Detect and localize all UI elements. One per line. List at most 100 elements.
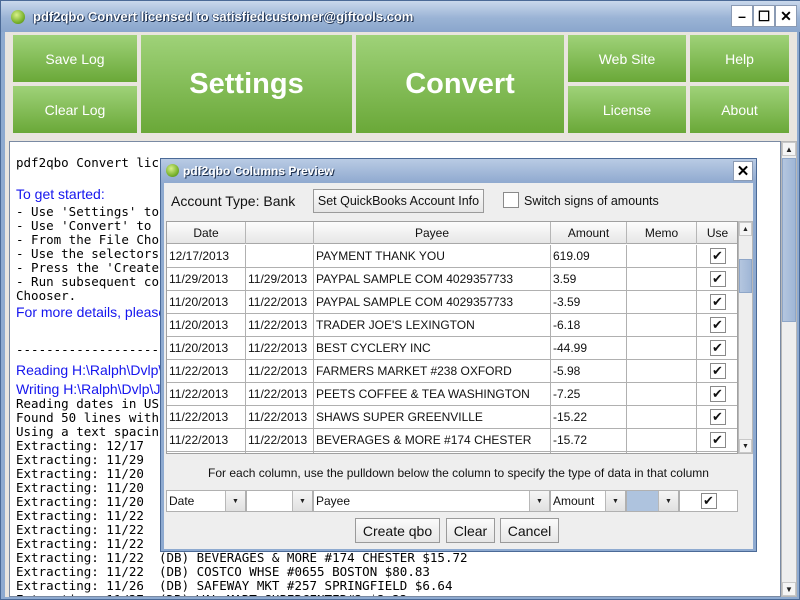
- table-row[interactable]: 11/22/2013 11/22/2013 FARMERS MARKET #238 …: [167, 360, 737, 383]
- chevron-down-icon[interactable]: ▼: [292, 491, 312, 511]
- table-row[interactable]: 11/20/2013 11/22/2013 TRADER JOE'S LEXINGT…: [167, 314, 737, 337]
- use-checkbox[interactable]: ✔: [709, 363, 726, 379]
- chevron-down-icon[interactable]: ▼: [658, 491, 678, 511]
- log-line: pdf2qbo Convert lic: [16, 155, 159, 170]
- use-checkbox[interactable]: ✔: [709, 409, 726, 425]
- cell-date: 11/22/2013: [167, 383, 246, 405]
- use-checkbox[interactable]: ✔: [709, 340, 726, 356]
- column-header[interactable]: Amount: [551, 222, 627, 244]
- table-row[interactable]: 11/20/2013 11/22/2013 PAYPAL SAMPLE COM 40…: [167, 291, 737, 314]
- use-checkbox[interactable]: ✔: [709, 271, 726, 287]
- cell-date2: 11/22/2013: [246, 429, 314, 451]
- log-line: - Run subsequent co: [16, 274, 159, 289]
- help-button[interactable]: Help: [690, 35, 789, 82]
- table-scrollbar[interactable]: ▲ ▼: [738, 221, 753, 454]
- column-type-select[interactable]: ▼: [246, 490, 313, 512]
- use-checkbox[interactable]: ✔: [709, 386, 726, 402]
- table-row[interactable]: 11/22/2013 11/22/2013 BEVERAGES & MORE #17…: [167, 429, 737, 452]
- convert-button[interactable]: Convert: [356, 35, 564, 133]
- cell-memo: [627, 429, 697, 451]
- cell-memo: [627, 314, 697, 336]
- about-button[interactable]: About: [690, 86, 789, 133]
- account-type-label: Account Type: Bank: [171, 193, 296, 209]
- log-line: Extracting: 11/22 (DB) COSTCO WHSE #0655…: [16, 564, 430, 579]
- clear-log-button[interactable]: Clear Log: [13, 86, 137, 133]
- cancel-button[interactable]: Cancel: [500, 518, 559, 543]
- column-header[interactable]: [246, 222, 314, 244]
- cell-date2: 11/22/2013: [246, 360, 314, 382]
- select-value: Date: [169, 494, 195, 508]
- cell-date2: 11/29/2013: [246, 268, 314, 290]
- cell-date: 11/29/2013: [167, 268, 246, 290]
- column-header[interactable]: Memo: [627, 222, 697, 244]
- cell-empty: [167, 452, 246, 453]
- log-line: Using a text spacin: [16, 424, 159, 439]
- settings-button[interactable]: Settings: [141, 35, 352, 133]
- cell-date2: 11/22/2013: [246, 383, 314, 405]
- chevron-down-icon[interactable]: ▼: [529, 491, 549, 511]
- web-site-button[interactable]: Web Site: [568, 35, 686, 82]
- chevron-down-icon[interactable]: ▼: [605, 491, 625, 511]
- table-scroll-thumb[interactable]: [739, 259, 752, 293]
- close-button[interactable]: ✕: [775, 5, 797, 27]
- cell-use: ✔: [697, 291, 737, 313]
- switch-signs-checkbox[interactable]: [503, 192, 519, 208]
- save-log-button[interactable]: Save Log: [13, 35, 137, 82]
- maximize-button[interactable]: ☐: [753, 5, 775, 27]
- chevron-down-icon[interactable]: ▼: [225, 491, 245, 511]
- column-header[interactable]: Date: [167, 222, 246, 244]
- title-bar[interactable]: pdf2qbo Convert licensed to satisfiedcus…: [1, 1, 800, 32]
- column-header[interactable]: Payee: [314, 222, 551, 244]
- cell-amount: -6.18: [551, 314, 627, 336]
- table-row[interactable]: 11/22/2013 11/22/2013 PEETS COFFEE & TEA W…: [167, 383, 737, 406]
- create-qbo-button[interactable]: Create qbo: [355, 518, 440, 543]
- log-line: For more details, please: [16, 304, 167, 320]
- dialog-body: Account Type: Bank Set QuickBooks Accoun…: [164, 183, 753, 549]
- scroll-up-icon[interactable]: ▲: [782, 142, 796, 156]
- table-row[interactable]: 11/22/2013 11/22/2013 SHAWS SUPER GREENVIL…: [167, 406, 737, 429]
- log-line: Extracting: 11/29: [16, 452, 144, 467]
- use-all-checkbox[interactable]: ✔: [700, 493, 717, 509]
- column-type-select[interactable]: ▼: [626, 490, 679, 512]
- column-type-select[interactable]: Date ▼: [166, 490, 246, 512]
- log-scrollbar[interactable]: ▲ ▼: [781, 141, 797, 597]
- close-icon: ✕: [736, 163, 750, 180]
- set-quickbooks-account-button[interactable]: Set QuickBooks Account Info: [313, 189, 484, 213]
- use-checkbox[interactable]: ✔: [709, 432, 726, 448]
- use-checkbox[interactable]: ✔: [709, 294, 726, 310]
- column-type-select[interactable]: Payee ▼: [313, 490, 550, 512]
- table-row[interactable]: [167, 452, 737, 453]
- column-header[interactable]: Use: [697, 222, 737, 244]
- log-line: Extracting: 11/26 (DB) SAFEWAY MKT #257 …: [16, 578, 453, 593]
- cell-use: ✔: [697, 360, 737, 382]
- cell-amount: -7.25: [551, 383, 627, 405]
- table-row[interactable]: 12/17/2013 PAYMENT THANK YOU 619.09 ✔: [167, 245, 737, 268]
- clear-button[interactable]: Clear: [446, 518, 495, 543]
- use-checkbox[interactable]: ✔: [709, 317, 726, 333]
- log-line: - From the File Cho: [16, 232, 159, 247]
- log-line: Extracting: 11/27 (DB) WAL-MART SUPERCEN…: [16, 593, 407, 597]
- cell-date: 11/20/2013: [167, 291, 246, 313]
- dialog-title-bar[interactable]: pdf2qbo Columns Preview ✕: [161, 159, 756, 183]
- scroll-down-icon[interactable]: ▼: [739, 439, 752, 453]
- cell-payee: FARMERS MARKET #238 OXFORD: [314, 360, 551, 382]
- minimize-icon: –: [738, 8, 746, 24]
- cell-use: ✔: [697, 268, 737, 290]
- table-row[interactable]: 11/20/2013 11/22/2013 BEST CYCLERY INC -44.…: [167, 337, 737, 360]
- cell-memo: [627, 291, 697, 313]
- select-value: Amount: [553, 494, 595, 508]
- license-button[interactable]: License: [568, 86, 686, 133]
- minimize-button[interactable]: –: [731, 5, 753, 27]
- select-value: Payee: [316, 494, 351, 508]
- cell-empty: [627, 452, 697, 453]
- use-checkbox[interactable]: ✔: [709, 248, 726, 264]
- column-type-select[interactable]: Amount ▼: [550, 490, 626, 512]
- dialog-close-button[interactable]: ✕: [733, 161, 753, 181]
- cell-payee: PEETS COFFEE & TEA WASHINGTON: [314, 383, 551, 405]
- column-instruction: For each column, use the pulldown below …: [208, 466, 709, 480]
- cell-use: ✔: [697, 406, 737, 428]
- scroll-up-icon[interactable]: ▲: [739, 222, 752, 236]
- scroll-down-icon[interactable]: ▼: [782, 582, 796, 596]
- table-row[interactable]: 11/29/2013 11/29/2013 PAYPAL SAMPLE COM 40…: [167, 268, 737, 291]
- log-scroll-thumb[interactable]: [782, 158, 796, 322]
